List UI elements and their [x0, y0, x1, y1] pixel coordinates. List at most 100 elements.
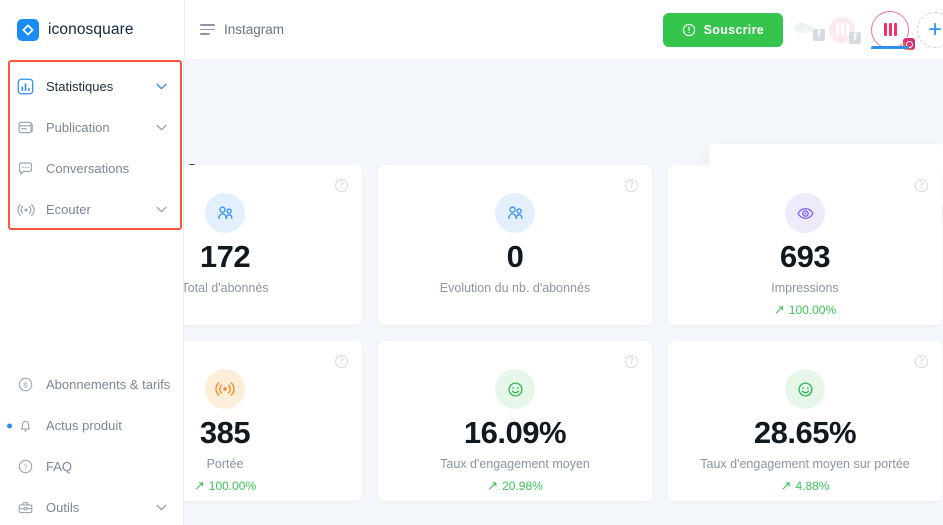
help-icon[interactable]: ?: [915, 179, 928, 192]
eye-icon: [785, 193, 825, 233]
account-switcher: f f +: [793, 0, 943, 59]
metric-card-impressions[interactable]: ? 693 Impressions ↗ 100.00%: [668, 165, 942, 325]
metric-value: 385: [199, 415, 251, 450]
sidebar-primary-nav: Statistiques Publication Conversations E…: [0, 66, 183, 230]
metric-value: 693: [779, 239, 831, 274]
metric-delta: ↗ 100.00%: [774, 303, 836, 317]
brand-logo[interactable]: iconosquare: [0, 18, 184, 41]
channel-name: Instagram: [224, 22, 285, 37]
help-icon[interactable]: ?: [335, 355, 348, 368]
svg-text:$: $: [23, 381, 28, 390]
metric-label: Impressions: [771, 280, 839, 295]
instagram-avatar-icon: [883, 23, 897, 36]
sidebar-item-label: Publication: [46, 120, 110, 135]
chevron-down-icon[interactable]: [156, 504, 167, 511]
account-avatar-1[interactable]: f: [793, 19, 825, 41]
chevron-down-icon[interactable]: [156, 83, 167, 90]
topbar-divider: [184, 0, 185, 59]
metric-delta-value: 100.00%: [788, 302, 837, 317]
toolbox-icon: [16, 498, 35, 517]
metric-delta: ↗ 100.00%: [194, 479, 256, 493]
account-avatar-3-selected[interactable]: [871, 10, 916, 51]
sidebar-item-statistiques[interactable]: Statistiques: [0, 66, 183, 107]
sidebar: Statistiques Publication Conversations E…: [0, 59, 184, 525]
sidebar-item-ecouter[interactable]: Ecouter: [0, 189, 183, 230]
topbar-actions: Souscrire f f +: [662, 0, 943, 59]
unread-badge-dot: [7, 423, 12, 428]
sidebar-item-label: Statistiques: [46, 79, 114, 94]
iconosquare-logo-icon: [17, 18, 39, 41]
metric-value: 16.09%: [463, 415, 567, 450]
metric-card-portee[interactable]: ? 385 Portée ↗ 100.00%: [184, 341, 362, 501]
bell-icon: [16, 416, 35, 435]
channel-selector[interactable]: Instagram: [200, 22, 284, 37]
account-avatar-2[interactable]: f: [829, 16, 861, 44]
trend-up-arrow-icon: ↗: [780, 478, 792, 494]
active-account-indicator: [871, 45, 909, 49]
sidebar-item-label: Ecouter: [46, 202, 91, 217]
svg-text:?: ?: [23, 462, 27, 471]
metric-label: Total d'abonnés: [184, 280, 269, 295]
sidebar-item-outils[interactable]: Outils: [0, 487, 183, 525]
sidebar-item-conversations[interactable]: Conversations: [0, 148, 183, 189]
metric-delta: ↗ 4.88%: [781, 479, 830, 493]
followers-icon: [495, 193, 535, 233]
metric-value: 28.65%: [753, 415, 857, 450]
smiley-icon: [785, 369, 825, 409]
brand-name: iconosquare: [48, 20, 134, 38]
subscribe-label: Souscrire: [703, 22, 764, 37]
help-icon[interactable]: ?: [335, 179, 348, 192]
facebook-badge-icon: f: [813, 29, 825, 41]
hamburger-icon[interactable]: [200, 24, 215, 35]
sidebar-item-label: Abonnements & tarifs: [46, 377, 171, 392]
cloud-avatar-icon: [793, 22, 815, 34]
question-circle-icon: ?: [16, 457, 35, 476]
broadcast-icon: [16, 200, 35, 219]
metric-label: Taux d'engagement moyen: [440, 456, 590, 471]
trend-up-arrow-icon: ↗: [773, 302, 785, 318]
metric-card-total-abonnes[interactable]: ? 172 Total d'abonnés: [184, 165, 362, 325]
facebook-badge-icon: f: [849, 31, 861, 44]
metrics-row: ? 172 Total d'abonnés ? 0 Evolution du n…: [184, 165, 943, 325]
metric-delta: ↗ 20.98%: [487, 479, 543, 493]
sidebar-item-faq[interactable]: ? FAQ: [0, 446, 183, 487]
clock-icon: [682, 23, 695, 36]
publication-icon: [16, 118, 35, 137]
sidebar-item-actus-produit[interactable]: Actus produit: [0, 405, 183, 446]
followers-icon: [205, 193, 245, 233]
help-icon[interactable]: ?: [625, 355, 638, 368]
sidebar-secondary-nav: $ Abonnements & tarifs Actus produit ? F…: [0, 364, 183, 525]
metric-value: 172: [199, 239, 251, 274]
sidebar-item-label: Outils: [46, 500, 80, 515]
bar-chart-icon: [16, 77, 35, 96]
metric-label: Portée: [206, 456, 244, 471]
help-icon[interactable]: ?: [625, 179, 638, 192]
sidebar-item-abonnements-tarifs[interactable]: $ Abonnements & tarifs: [0, 364, 183, 405]
broadcast-icon: [205, 369, 245, 409]
subscribe-button[interactable]: Souscrire: [662, 12, 783, 47]
metrics-grid: ? 172 Total d'abonnés ? 0 Evolution du n…: [184, 165, 943, 517]
app-root: iconosquare Instagram Souscrire f f + St…: [0, 0, 943, 525]
sidebar-item-label: Actus produit: [46, 418, 122, 433]
add-account-button[interactable]: +: [917, 11, 943, 48]
metric-label: Taux d'engagement moyen sur portée: [700, 456, 910, 471]
sidebar-item-publication[interactable]: Publication: [0, 107, 183, 148]
trend-up-arrow-icon: ↗: [193, 478, 205, 494]
top-bar: iconosquare Instagram Souscrire f f +: [0, 0, 943, 59]
sidebar-item-label: FAQ: [46, 459, 73, 474]
metric-label: Evolution du nb. d'abonnés: [439, 280, 591, 295]
chevron-down-icon[interactable]: [156, 206, 167, 213]
metric-card-taux-engagement-moyen[interactable]: ? 16.09% Taux d'engagement moyen ↗ 20.98…: [378, 341, 652, 501]
smiley-icon: [495, 369, 535, 409]
metrics-row: ? 385 Portée ↗ 100.00% ? 16.09% Taux d'e…: [184, 341, 943, 501]
sidebar-item-label: Conversations: [46, 161, 130, 176]
metric-card-taux-engagement-sur-portee[interactable]: ? 28.65% Taux d'engagement moyen sur por…: [668, 341, 942, 501]
metric-card-evolution-abonnes[interactable]: ? 0 Evolution du nb. d'abonnés: [378, 165, 652, 325]
dollar-circle-icon: $: [16, 375, 35, 394]
chevron-down-icon[interactable]: [156, 124, 167, 131]
help-icon[interactable]: ?: [915, 355, 928, 368]
metric-delta-value: 4.88%: [795, 478, 830, 493]
metric-delta-value: 100.00%: [208, 478, 257, 493]
trend-up-arrow-icon: ↗: [487, 478, 499, 494]
plus-icon: +: [927, 15, 942, 43]
